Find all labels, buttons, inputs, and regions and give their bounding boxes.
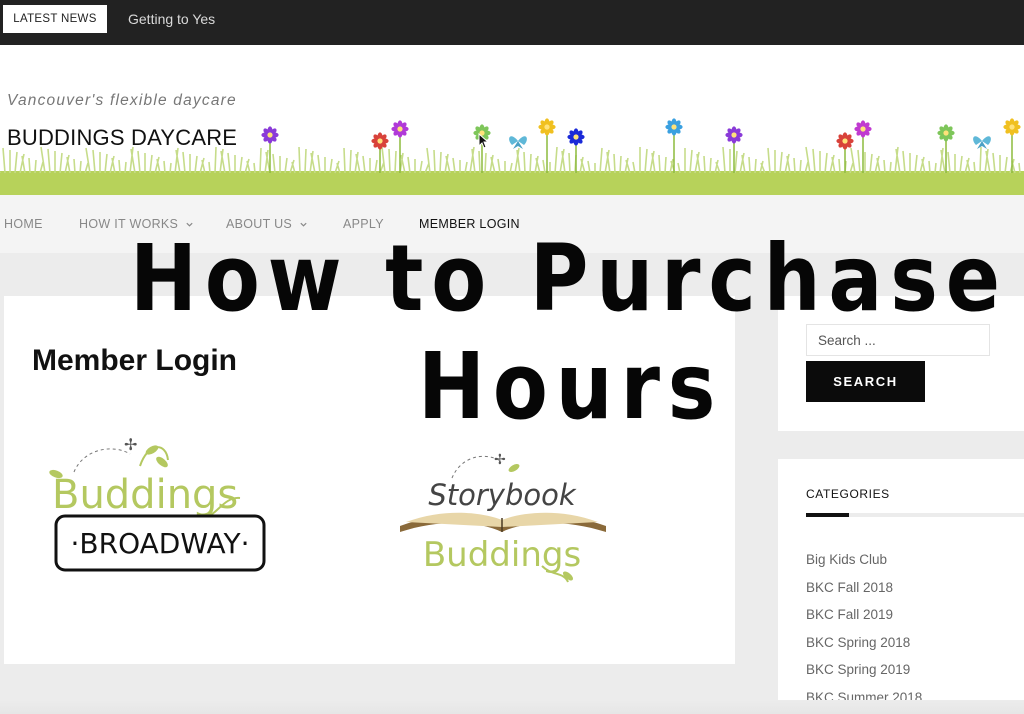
storybook-buddings-logo-link[interactable]: ✢ Storybook Buddings [392,448,612,593]
nav-item-home[interactable]: HOME [4,217,43,231]
butterfly-icon [509,136,527,149]
main-content: Member Login ✢ Buddings ·BROADWAY· ✢ Sto… [4,296,735,664]
flower-icon [261,126,279,173]
category-link[interactable]: BKC Spring 2018 [806,635,922,663]
heading-divider-accent [806,513,849,517]
search-input[interactable] [806,324,990,356]
nav-item-apply[interactable]: APPLY [343,217,384,231]
buddings-broadway-logo-link[interactable]: ✢ Buddings ·BROADWAY· [44,435,274,581]
news-ticker-link[interactable]: Getting to Yes [128,11,215,27]
flower-icon [665,118,683,173]
category-link[interactable]: BKC Fall 2019 [806,607,922,635]
flower-icon [371,132,389,173]
flower-icon [937,124,955,173]
latest-news-badge: LATEST NEWS [3,5,107,33]
logo-top-word: Storybook [428,478,577,512]
flower-icon [391,120,409,173]
site-tagline: Vancouver's flexible daycare [7,92,237,109]
flower-icon [725,126,743,173]
butterfly-icon [973,136,991,149]
category-link[interactable]: BKC Fall 2018 [806,580,922,608]
storybook-buddings-logo: ✢ Storybook Buddings [400,452,606,583]
svg-text:✢: ✢ [124,436,137,454]
site-title-link[interactable]: BUDDINGS DAYCARE [7,125,237,151]
nav-item-how-it-works[interactable]: HOW IT WORKS [79,217,194,231]
chevron-down-icon [186,222,193,227]
category-link[interactable]: BKC Spring 2019 [806,662,922,690]
top-bar: LATEST NEWS Getting to Yes [0,0,1024,45]
chevron-down-icon [300,222,307,227]
site-header: Vancouver's flexible daycare BUDDINGS DA… [0,45,1024,195]
flower-icon [854,120,872,173]
categories-widget: CATEGORIES Big Kids Club BKC Fall 2018 B… [778,459,1024,714]
svg-text:✢: ✢ [494,452,506,468]
buddings-broadway-logo: ✢ Buddings ·BROADWAY· [49,435,266,572]
logo-wordmark: Buddings [52,472,238,518]
nav-item-about-us[interactable]: ABOUT US [226,217,308,231]
logo-box-text: ·BROADWAY· [71,527,250,560]
logo-bottom-word: Buddings [423,535,581,575]
nav-item-member-login[interactable]: MEMBER LOGIN [419,217,520,231]
page-bottom-edge [0,700,1024,714]
main-navigation: HOME HOW IT WORKS ABOUT US APPLY MEMBER … [0,195,1024,253]
category-link[interactable]: Big Kids Club [806,552,922,580]
categories-heading: CATEGORIES [806,487,890,501]
page-title: Member Login [32,344,238,377]
search-widget: SEARCH [778,296,1024,431]
categories-list: Big Kids Club BKC Fall 2018 BKC Fall 201… [806,552,922,714]
search-button[interactable]: SEARCH [806,361,925,402]
mouse-cursor-icon [478,133,489,149]
flower-icon [538,118,556,173]
